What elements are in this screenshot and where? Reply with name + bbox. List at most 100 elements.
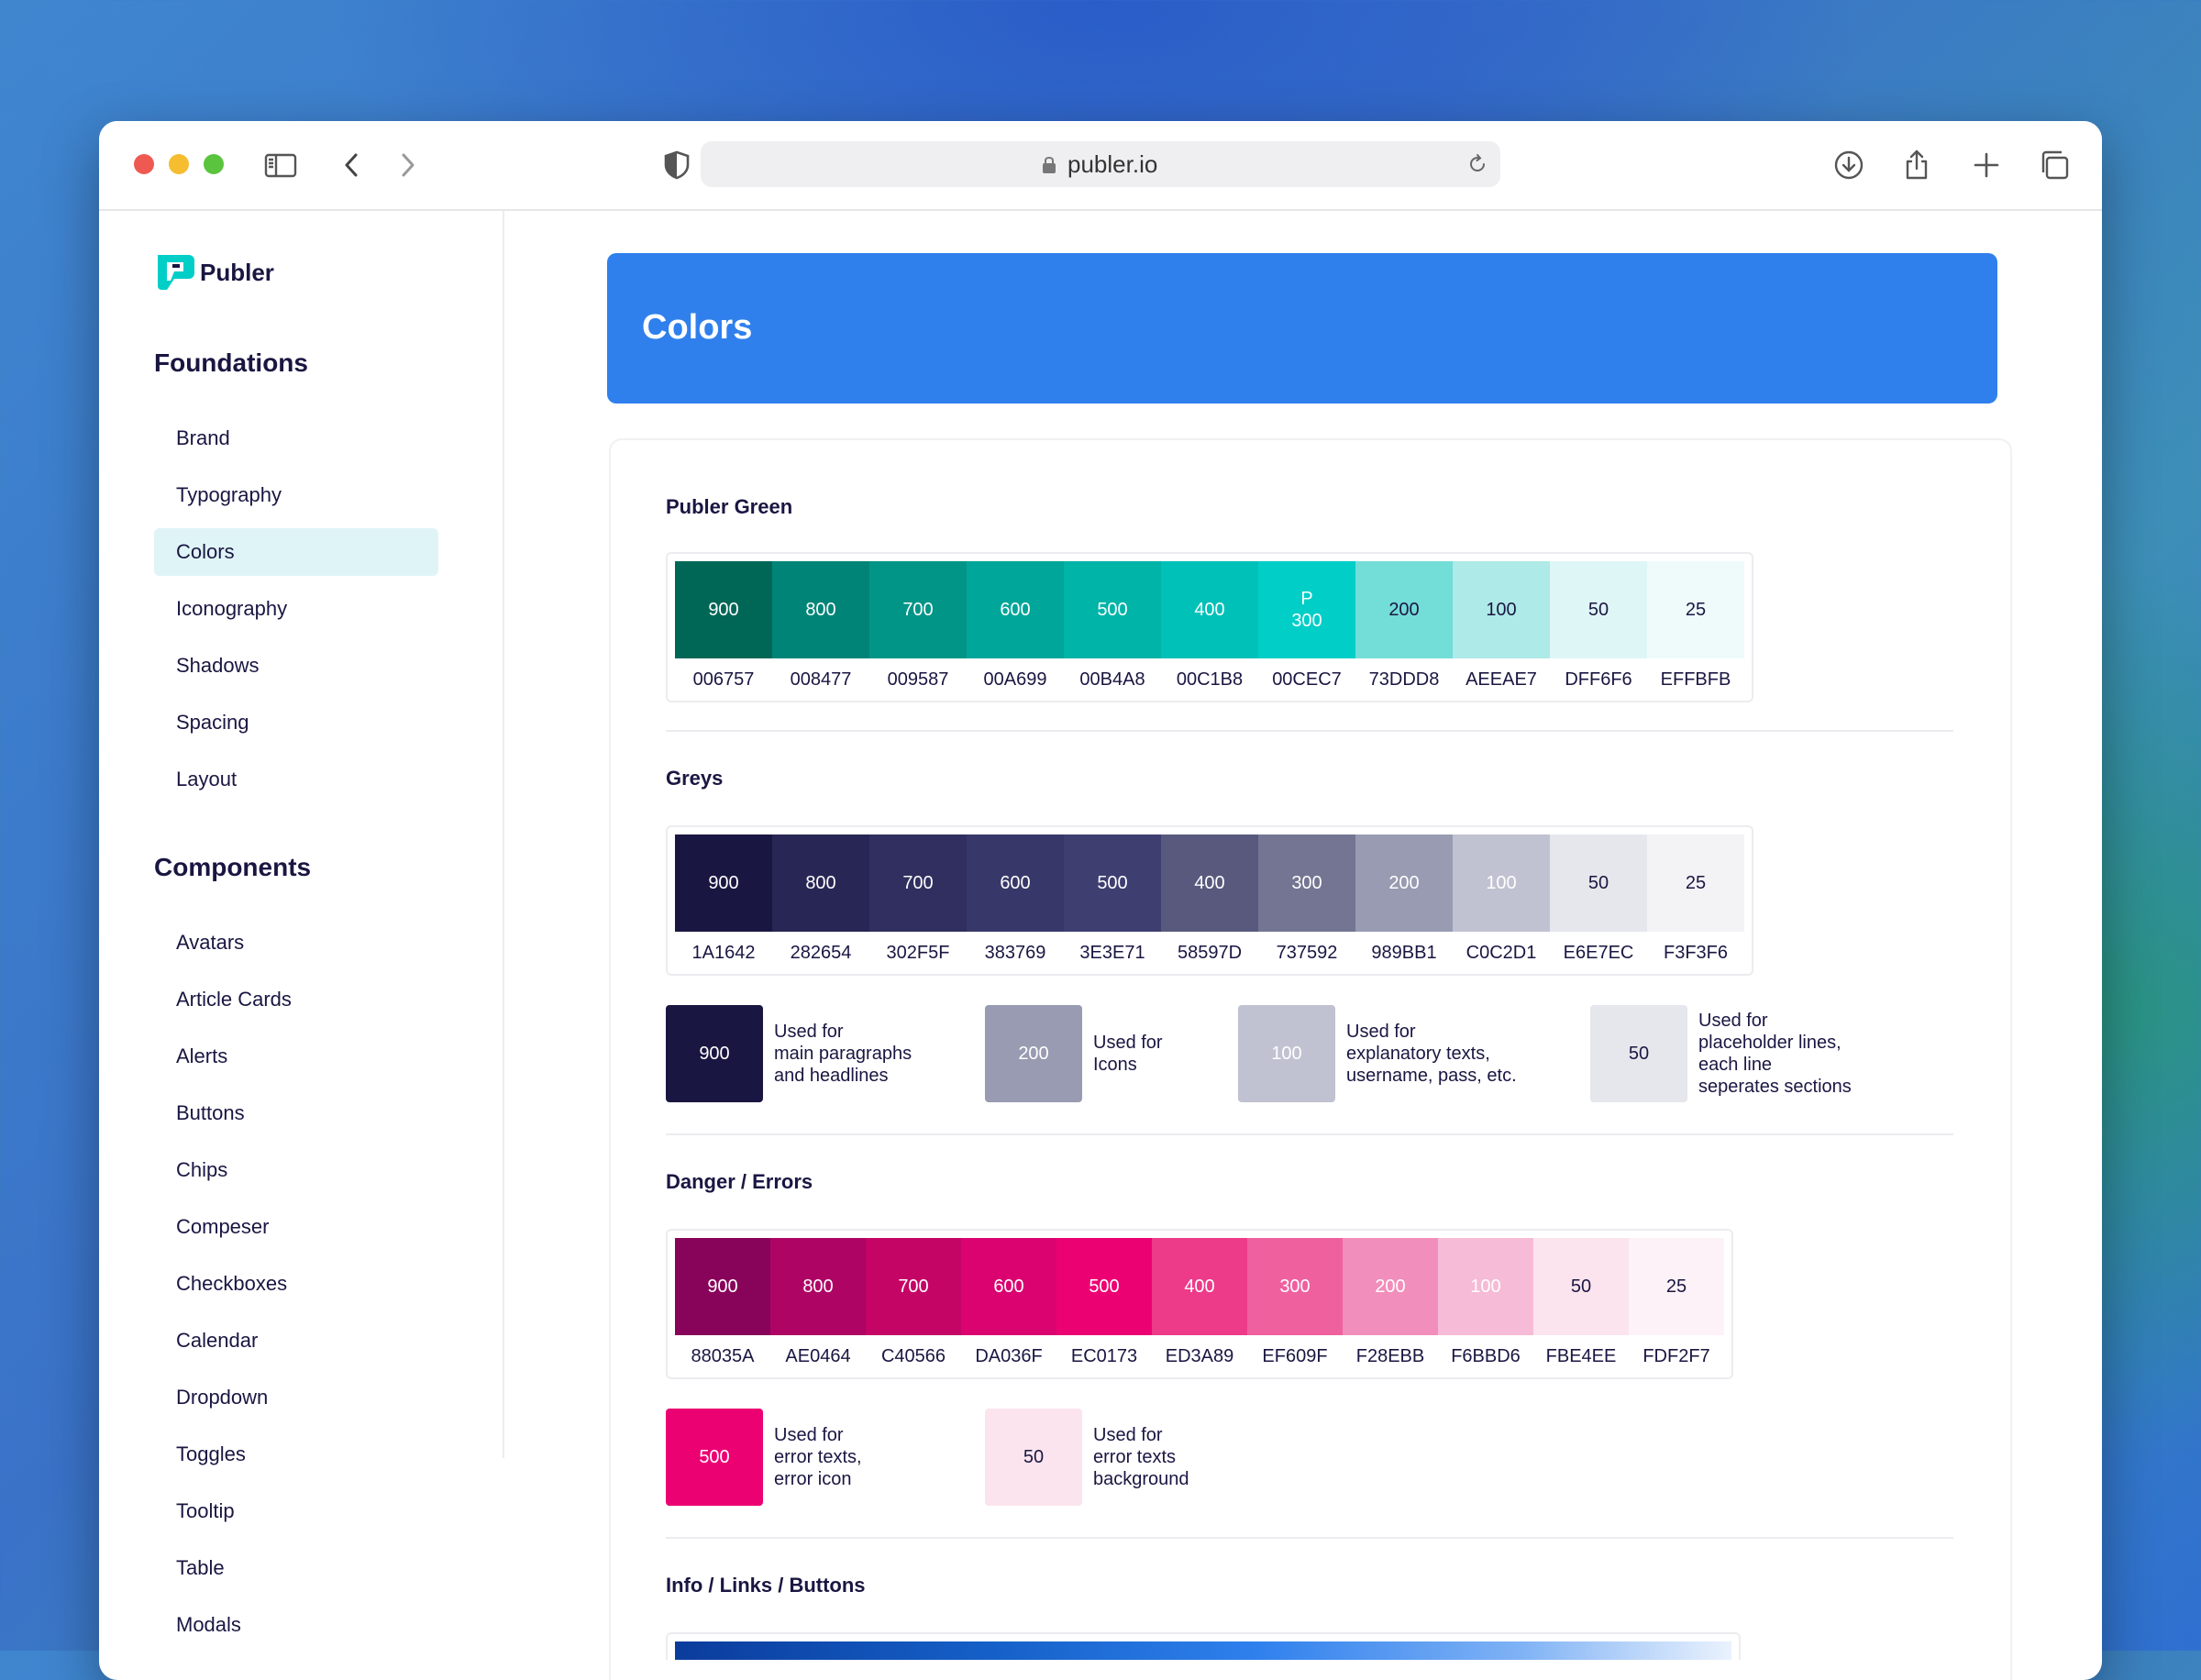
- main-content: Colors Publer Green 900 800 700 600 500 400 P …: [504, 211, 2102, 1680]
- sidebar-item-brand[interactable]: Brand: [154, 414, 438, 462]
- address-url[interactable]: publer.io: [1067, 150, 1157, 179]
- swatch-shade-label: 600: [1000, 600, 1031, 620]
- tabs-icon[interactable]: [2036, 147, 2073, 183]
- minimize-window-button[interactable]: [169, 154, 189, 174]
- palette-info-partial: [666, 1632, 1741, 1660]
- reload-icon[interactable]: [1465, 152, 1489, 176]
- swatch-hex-code: C0C2D1: [1465, 943, 1537, 963]
- swatch-hex-code: F6BBD6: [1451, 1346, 1521, 1366]
- sidebar: Publer Foundations Brand Typography Colo…: [99, 211, 504, 1636]
- swatch-hex-code: 302F5F: [886, 943, 950, 963]
- swatch-hex-code: 989BB1: [1371, 943, 1437, 963]
- usage-description: Used for Icons: [1093, 1033, 1163, 1075]
- color-swatch: 50: [1550, 834, 1647, 932]
- sidebar-item-typography[interactable]: Typography: [154, 471, 438, 519]
- sidebar-item-dropdown[interactable]: Dropdown: [154, 1374, 438, 1421]
- address-bar[interactable]: publer.io: [701, 141, 1500, 187]
- sidebar-item-alerts[interactable]: Alerts: [154, 1033, 438, 1080]
- usage-description: Used for error texts, error icon: [774, 1425, 862, 1489]
- sidebar-item-table[interactable]: Table: [154, 1544, 438, 1592]
- sidebar-item-checkboxes[interactable]: Checkboxes: [154, 1260, 438, 1308]
- sidebar-toggle-icon[interactable]: [262, 147, 299, 183]
- swatch-shade-label: 100: [1486, 873, 1517, 893]
- section-divider: [666, 730, 1953, 732]
- forward-icon[interactable]: [389, 147, 426, 183]
- usage-swatch: 200: [985, 1005, 1082, 1102]
- usage-description: Used for placeholder lines, each line se…: [1698, 1011, 1852, 1097]
- sidebar-item-spacing[interactable]: Spacing: [154, 699, 438, 746]
- swatch-hex-code: 88035A: [691, 1346, 755, 1366]
- swatch-shade-label: 400: [1194, 873, 1225, 893]
- swatch-shade-label: 50: [1587, 600, 1609, 620]
- swatch-shade-label: 800: [802, 1277, 834, 1297]
- swatch-shade-label: 200: [1375, 1277, 1406, 1297]
- swatch-shade-label: 700: [898, 1277, 929, 1297]
- usage-danger-500: 500 Used for error texts, error icon: [666, 1409, 862, 1506]
- swatch-shade-label: 700: [902, 873, 934, 893]
- swatch-shade-label: 500: [1089, 1277, 1120, 1297]
- sidebar-item-layout[interactable]: Layout: [154, 756, 438, 803]
- close-window-button[interactable]: [134, 154, 154, 174]
- swatch-hex-code: AE0464: [785, 1346, 851, 1366]
- color-swatch: 800: [772, 561, 869, 658]
- sidebar-item-compeser[interactable]: Compeser: [154, 1203, 438, 1251]
- usage-swatch: 50: [985, 1409, 1082, 1506]
- shield-icon[interactable]: [658, 147, 695, 183]
- swatch-shade-label: 800: [805, 600, 836, 620]
- swatch-hex-code: 00C1B8: [1176, 669, 1244, 690]
- swatch-row: 900 800 700 600 500 400 300 200 100 50 25: [675, 1238, 1724, 1335]
- sidebar-item-tooltip[interactable]: Tooltip: [154, 1487, 438, 1535]
- color-swatch: 400: [1161, 561, 1258, 658]
- hex-row: 1A1642 282654 302F5F 383769 3E3E71 58597D 7375…: [675, 932, 1744, 974]
- swatch-shade-label: 25: [1685, 600, 1707, 620]
- sidebar-item-toggles[interactable]: Toggles: [154, 1431, 438, 1478]
- usage-greys-900: 900 Used for main paragraphs and headlin…: [666, 1005, 912, 1102]
- swatch-shade-label: 900: [708, 873, 739, 893]
- swatch-hex-code: F28EBB: [1355, 1346, 1425, 1366]
- color-swatch: 500: [1056, 1238, 1152, 1335]
- swatch-shade-label: 600: [993, 1277, 1024, 1297]
- sidebar-item-avatars[interactable]: Avatars: [154, 919, 438, 967]
- color-swatch: 200: [1355, 834, 1453, 932]
- colors-card: Publer Green 900 800 700 600 500 400 P 300 200 1…: [609, 438, 2012, 1680]
- usage-greys-200: 200 Used for Icons: [985, 1005, 1163, 1102]
- share-icon[interactable]: [1898, 147, 1935, 183]
- swatch-shade-label: 900: [707, 1277, 738, 1297]
- usage-greys-50: 50 Used for placeholder lines, each line…: [1590, 1005, 1852, 1102]
- sidebar-item-colors[interactable]: Colors: [154, 528, 438, 576]
- download-icon[interactable]: [1830, 147, 1867, 183]
- color-swatch: 300: [1258, 834, 1355, 932]
- sidebar-item-modals[interactable]: Modals: [154, 1601, 438, 1649]
- swatch-hex-code: 006757: [692, 669, 755, 690]
- plus-icon[interactable]: [1968, 147, 2005, 183]
- back-icon[interactable]: [334, 147, 371, 183]
- color-swatch: 800: [772, 834, 869, 932]
- section-divider: [666, 1537, 1953, 1539]
- swatch-shade-label: 100: [1486, 600, 1517, 620]
- color-swatch: 50: [1550, 561, 1647, 658]
- publer-logo[interactable]: Publer: [154, 251, 274, 293]
- swatch-hex-code: FBE4EE: [1545, 1346, 1617, 1366]
- swatch-shade-label: 50: [1570, 1277, 1592, 1297]
- swatch-shade-label: 300: [1279, 1277, 1311, 1297]
- sidebar-item-buttons[interactable]: Buttons: [154, 1089, 438, 1137]
- swatch-hex-code: EF609F: [1262, 1346, 1328, 1366]
- color-swatch: 200: [1355, 561, 1453, 658]
- section-title-info-links-buttons: Info / Links / Buttons: [666, 1574, 866, 1597]
- page-title: Colors: [642, 308, 753, 347]
- swatch-hex-code: 383769: [984, 943, 1046, 963]
- zoom-window-button[interactable]: [204, 154, 224, 174]
- browser-toolbar: publer.io: [99, 121, 2102, 211]
- swatch-hex-code: 3E3E71: [1079, 943, 1145, 963]
- swatch-hex-code: EC0173: [1070, 1346, 1138, 1366]
- swatch-shade-label: 600: [1000, 873, 1031, 893]
- color-swatch: 600: [967, 834, 1064, 932]
- sidebar-item-iconography[interactable]: Iconography: [154, 585, 438, 633]
- publer-logo-icon: [158, 255, 194, 290]
- sidebar-item-calendar[interactable]: Calendar: [154, 1317, 438, 1365]
- browser-window: publer.io Publer Foundations Brand Typog…: [99, 121, 2102, 1680]
- sidebar-item-shadows[interactable]: Shadows: [154, 642, 438, 690]
- sidebar-item-article-cards[interactable]: Article Cards: [154, 976, 438, 1023]
- swatch-shade-label: 200: [1388, 873, 1420, 893]
- sidebar-item-chips[interactable]: Chips: [154, 1146, 438, 1194]
